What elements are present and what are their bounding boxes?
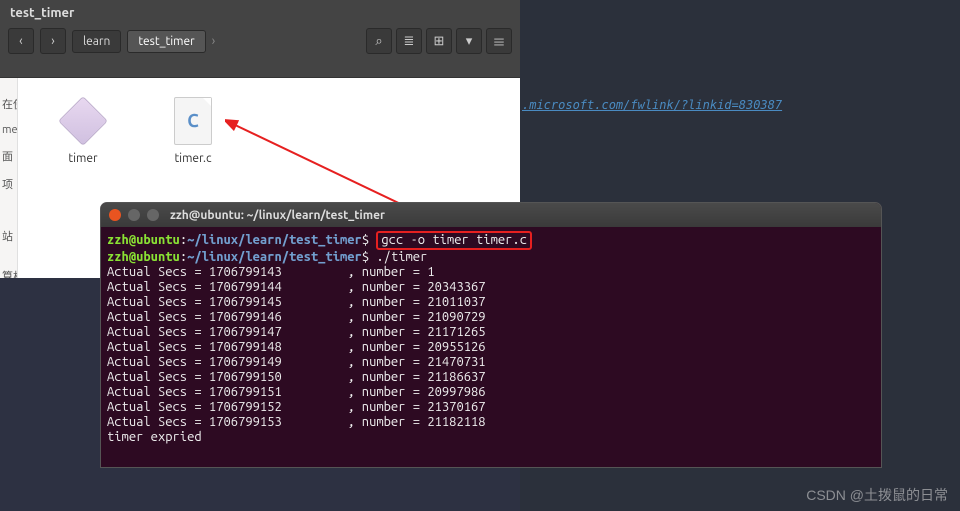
- view-options-button[interactable]: ▾: [456, 28, 482, 54]
- close-icon[interactable]: [109, 209, 121, 221]
- view-list-button[interactable]: ≣: [396, 28, 422, 54]
- search-icon: ⌕: [375, 34, 382, 49]
- sidebar-item-desktop[interactable]: 面: [0, 142, 17, 170]
- terminal-title: zzh@ubuntu: ~/linux/learn/test_timer: [170, 208, 385, 223]
- chevron-right-icon: ›: [212, 34, 216, 48]
- sidebar-item-recent[interactable]: 在使用的: [0, 90, 17, 118]
- search-button[interactable]: ⌕: [366, 28, 392, 54]
- sidebar: 在使用的 me 面 项 站 算机 到服务器: [0, 78, 18, 278]
- minimize-icon[interactable]: [128, 209, 140, 221]
- sidebar-item-docs[interactable]: 项: [0, 170, 17, 198]
- file-manager-toolbar: test_timer ‹ › learn test_timer › ⌕ ≣ ⊞ …: [0, 0, 520, 78]
- file-label: timer.c: [174, 152, 211, 165]
- list-icon: ≣: [404, 34, 415, 49]
- breadcrumb-learn[interactable]: learn: [72, 30, 121, 53]
- menu-icon: ≡: [492, 32, 505, 51]
- sidebar-item-computer[interactable]: 算机: [0, 262, 17, 278]
- menu-button[interactable]: ≡: [486, 28, 512, 54]
- sidebar-item-station[interactable]: 站: [0, 222, 17, 250]
- forward-button[interactable]: ›: [40, 28, 66, 54]
- c-file-icon: C: [168, 96, 218, 146]
- file-timer[interactable]: timer: [58, 96, 108, 165]
- sidebar-item-home[interactable]: me: [0, 118, 17, 142]
- nav-row: ‹ › learn test_timer › ⌕ ≣ ⊞ ▾ ≡: [0, 24, 520, 58]
- terminal-titlebar[interactable]: zzh@ubuntu: ~/linux/learn/test_timer: [101, 203, 881, 227]
- window-title: test_timer: [0, 0, 520, 24]
- terminal-window: zzh@ubuntu: ~/linux/learn/test_timer zzh…: [100, 202, 882, 468]
- view-grid-button[interactable]: ⊞: [426, 28, 452, 54]
- maximize-icon[interactable]: [147, 209, 159, 221]
- terminal-body[interactable]: zzh@ubuntu:~/linux/learn/test_timer$ gcc…: [101, 227, 881, 449]
- watermark: CSDN @土拨鼠的日常: [806, 485, 948, 505]
- grid-icon: ⊞: [434, 34, 445, 49]
- file-timer-c[interactable]: C timer.c: [168, 96, 218, 165]
- back-button[interactable]: ‹: [8, 28, 34, 54]
- editor-link[interactable]: .microsoft.com/fwlink/?linkid=830387: [522, 98, 782, 112]
- breadcrumb-test-timer[interactable]: test_timer: [127, 30, 205, 53]
- executable-icon: [58, 96, 108, 146]
- chevron-down-icon: ▾: [466, 34, 473, 49]
- file-label: timer: [68, 152, 97, 165]
